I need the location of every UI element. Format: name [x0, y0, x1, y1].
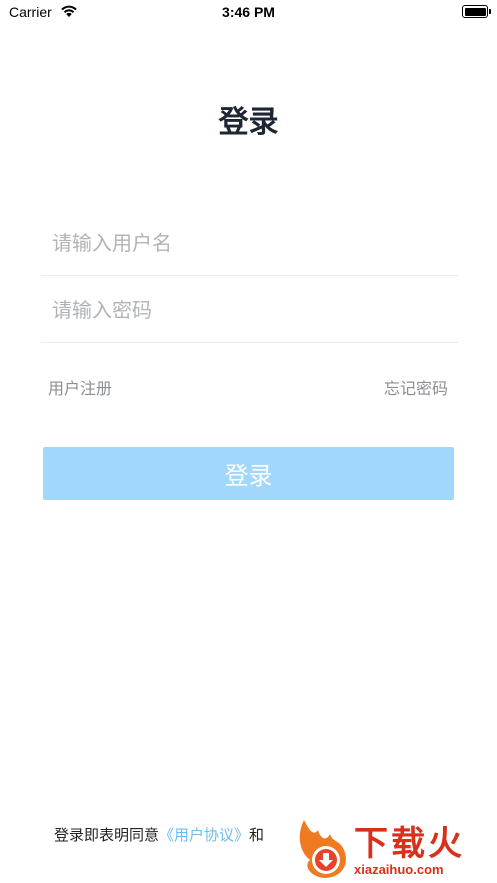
- password-input[interactable]: [52, 277, 447, 343]
- username-field: [41, 210, 458, 276]
- username-input[interactable]: [52, 210, 447, 276]
- register-link[interactable]: 用户注册: [48, 375, 112, 399]
- flame-icon: [299, 820, 346, 878]
- password-field: [41, 277, 458, 343]
- page-title: 登录: [218, 105, 279, 140]
- forgot-password-link[interactable]: 忘记密码: [384, 375, 448, 399]
- battery-icon: [462, 5, 491, 18]
- status-time: 3:46 PM: [222, 4, 275, 20]
- status-bar: Carrier 3:46 PM: [0, 0, 497, 26]
- login-button[interactable]: 登录: [43, 447, 454, 500]
- watermark-text: 下载火: [354, 824, 465, 864]
- user-agreement-link[interactable]: 《用户协议》: [159, 826, 249, 844]
- watermark-logo: 下载火 xiazaihuo.com: [294, 810, 497, 883]
- agreement-and: 和: [249, 826, 265, 844]
- agreement-text: 登录即表明同意《用户协议》和: [54, 824, 264, 845]
- agreement-prefix: 登录即表明同意: [54, 826, 160, 844]
- watermark-url: xiazaihuo.com: [354, 862, 444, 877]
